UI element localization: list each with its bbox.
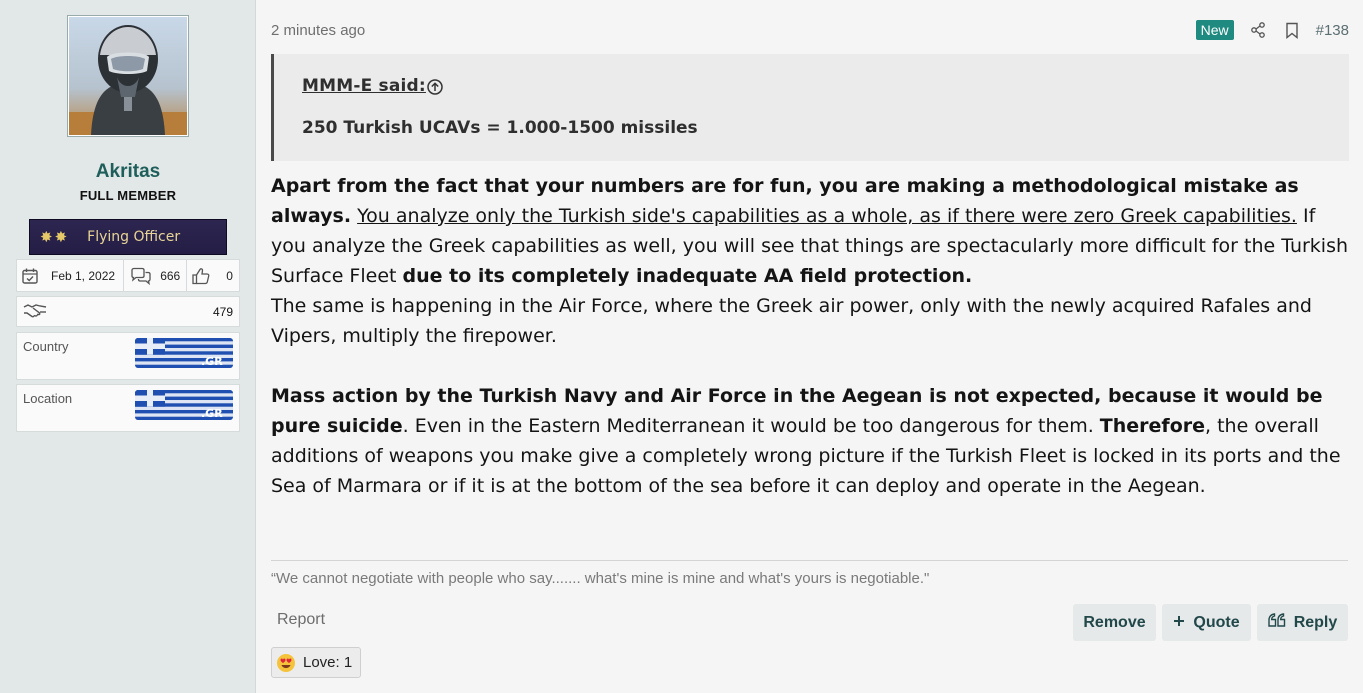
heart-eyes-emoji-icon (277, 653, 295, 672)
field-location: Location .GR (16, 384, 240, 432)
handshake-icon (23, 302, 47, 321)
report-link[interactable]: Report (277, 611, 325, 629)
rank-label: Flying Officer (87, 229, 181, 245)
stat-messages: 666 (124, 260, 188, 291)
rank-banner: ✸✸ Flying Officer (29, 219, 227, 255)
joined-date: Feb 1, 2022 (51, 268, 116, 283)
reply-button[interactable]: Reply (1257, 604, 1348, 641)
comments-icon (130, 267, 152, 285)
reaction-summary[interactable]: Love: 1 (271, 647, 361, 678)
post-body: Apart from the fact that your numbers ar… (271, 171, 1353, 501)
reply-label: Reply (1293, 613, 1338, 631)
signature-divider (271, 560, 1348, 561)
quote-block: MMM-E said: 250 Turkish UCAVs = 1.000-15… (271, 54, 1349, 161)
points-count: 479 (212, 304, 233, 319)
post-timestamp[interactable]: 2 minutes ago (271, 22, 365, 39)
calendar-check-icon (21, 267, 39, 285)
quote-label: Quote (1193, 613, 1240, 631)
quote-text: 250 Turkish UCAVs = 1.000-1500 missiles (302, 118, 698, 138)
user-stats: Feb 1, 2022 666 0 (16, 259, 240, 292)
quote-marks-icon (1268, 613, 1286, 632)
remove-label: Remove (1083, 613, 1146, 631)
bold-text: due to its completely inadequate AA fiel… (402, 265, 973, 287)
stat-reactions: 0 (187, 260, 239, 291)
message-count: 666 (160, 268, 181, 283)
post-main: 2 minutes ago New #138 MMM-E said: 250 T… (256, 0, 1363, 693)
arrow-up-circle-icon[interactable] (426, 78, 444, 96)
paragraph-2: The same is happening in the Air Force, … (271, 295, 1312, 347)
post-number[interactable]: #138 (1316, 22, 1349, 39)
field-label: Location (23, 391, 73, 406)
paragraph-3: Mass action by the Turkish Navy and Air … (271, 381, 1353, 501)
field-country: Country .GR (16, 332, 240, 380)
username[interactable]: Akritas (0, 161, 256, 183)
greece-flag-icon: .GR (135, 390, 233, 420)
user-sidebar: Akritas FULL MEMBER ✸✸ Flying Officer Fe… (0, 0, 256, 693)
paragraph-1: Apart from the fact that your numbers ar… (271, 171, 1353, 291)
rank-stars-icon: ✸✸ (40, 229, 70, 246)
thumbs-up-icon (191, 266, 211, 286)
field-label: Country (23, 339, 69, 354)
flag-text: .GR (201, 407, 223, 420)
bookmark-icon[interactable] (1282, 20, 1302, 40)
signature: “We cannot negotiate with people who say… (271, 570, 930, 587)
flag-text: .GR (201, 355, 223, 368)
user-points: 479 (16, 296, 240, 327)
avatar-image (69, 17, 187, 135)
quote-button[interactable]: Quote (1162, 604, 1251, 641)
greece-flag-icon: .GR (135, 338, 233, 368)
post-header-actions: New #138 (1195, 20, 1349, 40)
stat-joined: Feb 1, 2022 (17, 260, 124, 291)
quote-author[interactable]: MMM-E said: (302, 76, 426, 96)
underlined-text: You analyze only the Turkish side's capa… (357, 205, 1297, 227)
avatar[interactable] (67, 15, 189, 137)
user-title: FULL MEMBER (79, 188, 177, 203)
remove-button[interactable]: Remove (1073, 604, 1156, 641)
reaction-score: 0 (226, 268, 233, 283)
bold-text: Therefore (1099, 415, 1206, 437)
share-icon[interactable] (1248, 20, 1268, 40)
body-text: . Even in the Eastern Mediterranean it w… (402, 415, 1100, 437)
reaction-label: Love: 1 (303, 654, 353, 671)
new-badge: New (1195, 20, 1234, 40)
plus-icon (1173, 614, 1185, 632)
